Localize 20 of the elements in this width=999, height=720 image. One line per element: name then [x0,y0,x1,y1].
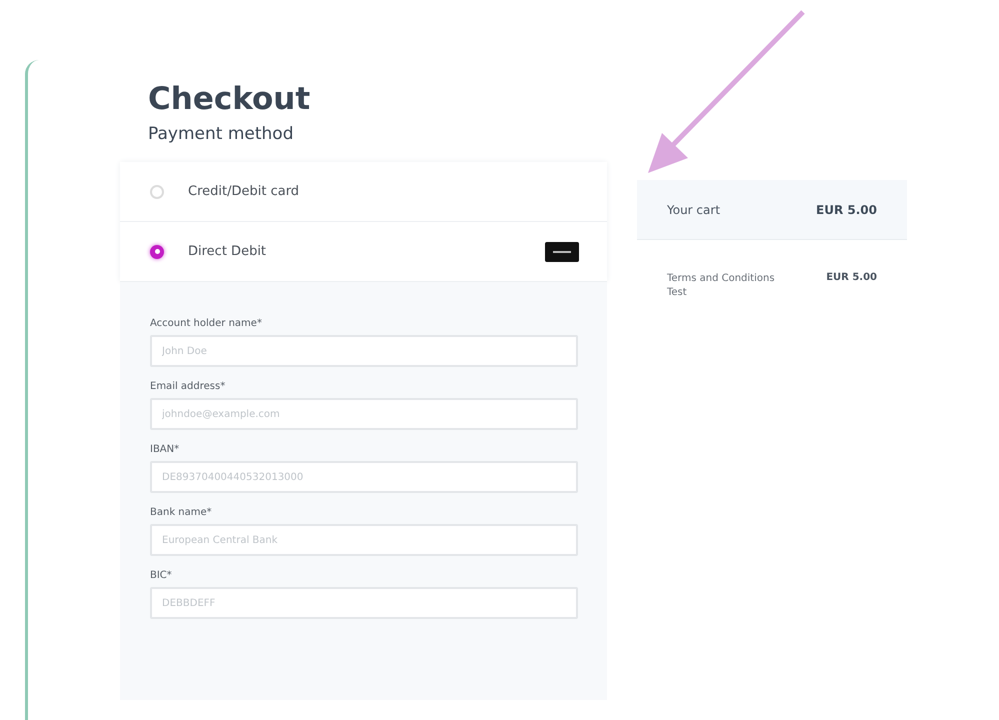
field-label: Bank name* [150,507,213,518]
payment-option-label[interactable]: Direct Debit [188,244,545,259]
payment-option-row[interactable]: Credit/Debit card [120,162,607,222]
radio-button[interactable] [150,244,164,258]
radio-button[interactable] [150,184,164,198]
cart-title: Your cart [667,202,720,216]
input-field[interactable]: European Central Bank [150,524,578,556]
input-field[interactable]: DEBBDEFF [150,587,578,619]
cart-item-name: Terms and Conditions Test [667,272,776,300]
field-label: IBAN* [150,444,180,455]
cart-total: EUR 5.00 [816,202,877,216]
input-field[interactable]: DE89370400440532013000 [150,461,578,493]
field-label: Account holder name* [150,318,263,329]
field-label: BIC* [150,570,173,581]
cart-item-price: EUR 5.00 [826,272,877,283]
section-title: Payment method [148,124,294,146]
field-label: Email address* [150,381,226,392]
payment-option-label[interactable]: Credit/Debit card [188,184,579,199]
input-field[interactable]: johndoe@example.com [150,398,578,430]
page-title: Checkout [147,80,312,118]
